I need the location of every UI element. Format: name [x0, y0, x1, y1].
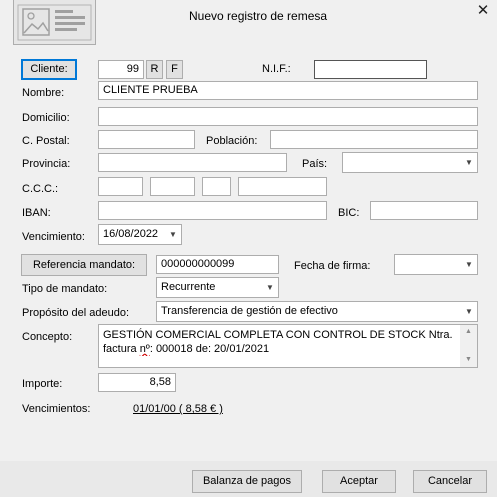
fecha-firma-label: Fecha de firma:	[294, 260, 371, 272]
iban-input[interactable]	[98, 201, 327, 220]
nif-label: N.I.F.:	[262, 63, 291, 75]
ccc-dc-input[interactable]	[202, 177, 231, 196]
chevron-down-icon[interactable]: ▼	[165, 225, 181, 244]
domicilio-label: Domicilio:	[22, 112, 70, 124]
concepto-label: Concepto:	[22, 331, 73, 343]
provincia-label: Provincia:	[22, 158, 71, 170]
concepto-line-2-pre: factura	[103, 343, 140, 355]
cliente-code-input[interactable]: 99	[98, 60, 144, 79]
cpostal-input[interactable]	[98, 130, 195, 149]
ccc-cuenta-input[interactable]	[238, 177, 327, 196]
concepto-textarea[interactable]: GESTIÓN COMERCIAL COMPLETA CON CONTROL D…	[98, 324, 478, 368]
proposito-select[interactable]: Transferencia de gestión de efectivo ▼	[156, 301, 478, 322]
referencia-mandato-button[interactable]: Referencia mandato:	[21, 254, 147, 276]
importe-input[interactable]: 8,58	[98, 373, 176, 392]
referencia-mandato-input[interactable]: 000000000099	[156, 255, 279, 274]
vencimientos-label: Vencimientos:	[22, 403, 91, 415]
balanza-pagos-button[interactable]: Balanza de pagos	[192, 470, 302, 493]
tipo-mandato-select[interactable]: Recurrente ▼	[156, 277, 279, 298]
concepto-line-2: factura nº: 000018 de: 20/01/2021	[103, 342, 458, 356]
concepto-scrollbar[interactable]: ▲ ▼	[460, 325, 477, 367]
ccc-label: C.C.C.:	[22, 183, 59, 195]
r-button[interactable]: R	[146, 60, 163, 79]
nombre-label: Nombre:	[22, 87, 65, 99]
nombre-input[interactable]: CLIENTE PRUEBA	[98, 81, 478, 100]
proposito-value: Transferencia de gestión de efectivo	[161, 305, 338, 317]
chevron-down-icon[interactable]: ▼	[461, 153, 477, 172]
poblacion-label: Población:	[206, 135, 258, 147]
window-title: Nuevo registro de remesa	[189, 9, 328, 23]
pais-select[interactable]: ▼	[342, 152, 478, 173]
cancelar-button[interactable]: Cancelar	[413, 470, 487, 493]
concepto-line-1: GESTIÓN COMERCIAL COMPLETA CON CONTROL D…	[103, 329, 453, 341]
ccc-oficina-input[interactable]	[150, 177, 195, 196]
fecha-firma-date-picker[interactable]: ▼	[394, 254, 478, 275]
bic-label: BIC:	[338, 207, 360, 219]
scroll-down-icon[interactable]: ▼	[460, 353, 477, 367]
scroll-up-icon[interactable]: ▲	[460, 325, 477, 339]
vencimiento-date-picker[interactable]: 16/08/2022 ▼	[98, 224, 182, 245]
tipo-mandato-value: Recurrente	[161, 281, 216, 293]
aceptar-button[interactable]: Aceptar	[322, 470, 396, 493]
image-placeholder-icon	[17, 4, 92, 41]
cliente-button[interactable]: Cliente:	[21, 59, 77, 80]
vencimientos-link[interactable]: 01/01/00 ( 8,58 € )	[133, 402, 223, 416]
iban-label: IBAN:	[22, 207, 51, 219]
domicilio-input[interactable]	[98, 107, 478, 126]
concepto-line-2-post: : 000018 de: 20/01/2021	[149, 343, 270, 355]
vencimiento-date-value: 16/08/2022	[103, 228, 159, 240]
nif-input[interactable]	[314, 60, 427, 79]
chevron-down-icon[interactable]: ▼	[461, 302, 477, 321]
provincia-input[interactable]	[98, 153, 287, 172]
image-placeholder	[13, 0, 96, 45]
f-button[interactable]: F	[166, 60, 183, 79]
chevron-down-icon[interactable]: ▼	[262, 278, 278, 297]
bic-input[interactable]	[370, 201, 478, 220]
ccc-entidad-input[interactable]	[98, 177, 143, 196]
tipo-mandato-label: Tipo de mandato:	[22, 283, 108, 295]
vencimiento-label: Vencimiento:	[22, 231, 85, 243]
cpostal-label: C. Postal:	[22, 135, 70, 147]
spellcheck-word: nº	[139, 343, 150, 355]
pais-label: País:	[302, 158, 328, 170]
chevron-down-icon[interactable]: ▼	[461, 255, 477, 274]
poblacion-input[interactable]	[270, 130, 478, 149]
importe-label: Importe:	[22, 378, 63, 390]
proposito-label: Propósito del adeudo:	[22, 307, 130, 319]
close-icon[interactable]: ✕	[475, 3, 491, 19]
